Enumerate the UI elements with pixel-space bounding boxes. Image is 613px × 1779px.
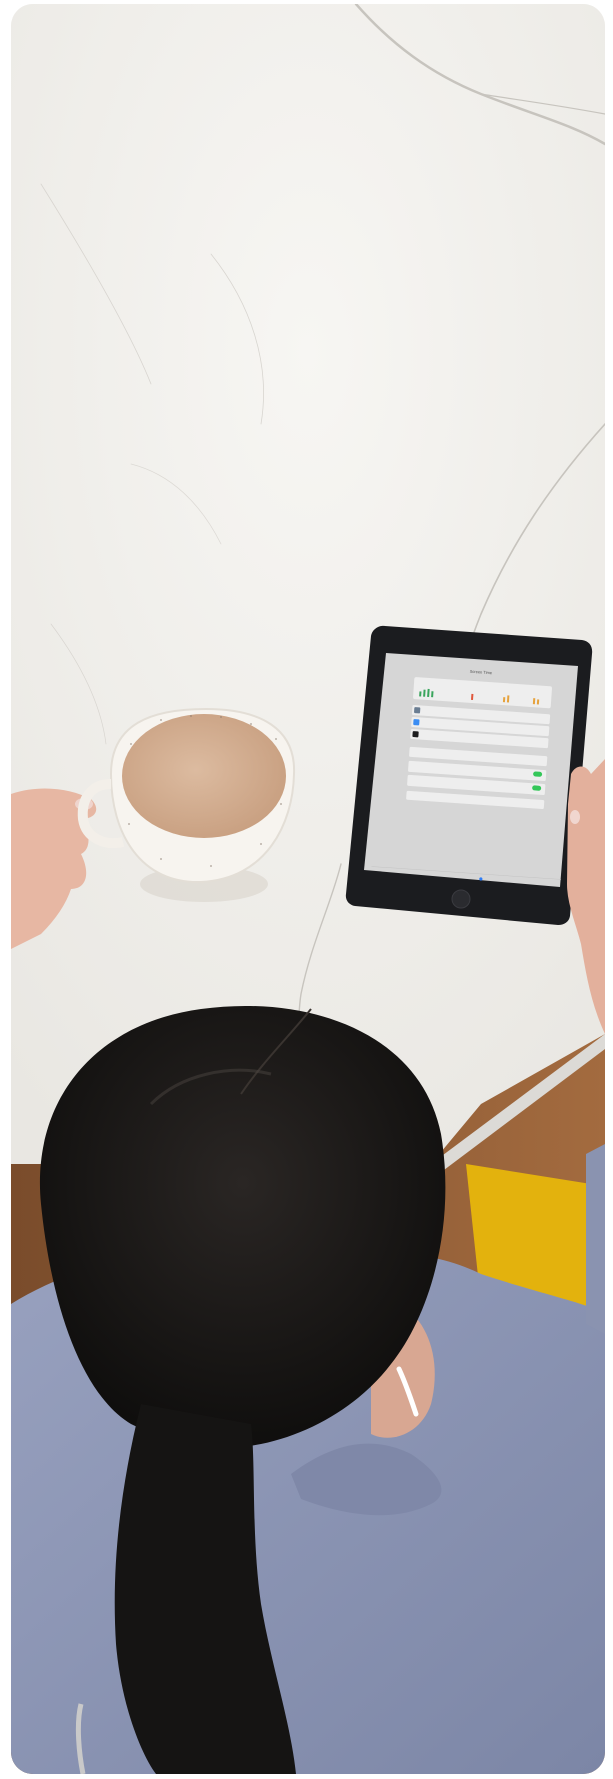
right-nail bbox=[570, 810, 580, 824]
tablet: Screen Time bbox=[345, 625, 593, 925]
marble-table bbox=[11, 4, 605, 1164]
photo-scene: Screen Time bbox=[11, 4, 605, 1774]
coffee-surface bbox=[122, 714, 286, 838]
right-sleeve bbox=[586, 1144, 605, 1334]
toggle-1[interactable] bbox=[533, 771, 543, 777]
home-button bbox=[451, 889, 471, 909]
photo-frame: Screen Time bbox=[11, 4, 605, 1774]
toggle-2[interactable] bbox=[532, 785, 542, 791]
